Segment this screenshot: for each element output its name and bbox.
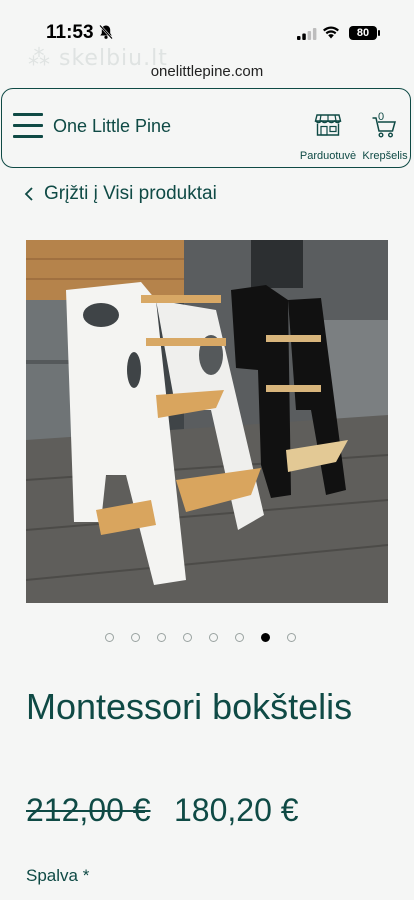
chevron-left-icon (24, 187, 33, 201)
hamburger-icon-line (13, 135, 43, 138)
battery-tip (378, 30, 380, 36)
cart-count-badge: 0 (378, 111, 385, 123)
cart-button[interactable]: 0 Krepšelis (360, 111, 410, 163)
hamburger-icon-line (13, 124, 43, 127)
address-bar-url[interactable]: onelittlepine.com (0, 63, 414, 80)
menu-button[interactable] (13, 113, 43, 139)
product-photo[interactable] (26, 240, 388, 603)
gallery-dot[interactable] (105, 633, 114, 642)
back-link-label: Grįžti į Visi produktai (44, 183, 217, 204)
battery-level: 80 (349, 26, 377, 40)
gallery-dot[interactable] (131, 633, 140, 642)
site-header: One Little Pine Parduotuvė 0 Krepšelis (1, 88, 411, 168)
status-time: 11:53 (46, 22, 94, 43)
learning-tower-photo (26, 240, 388, 603)
back-to-products-link[interactable]: Grįžti į Visi produktai (24, 182, 217, 206)
hamburger-icon-line (13, 113, 43, 116)
gallery-dot[interactable] (157, 633, 166, 642)
cart-label: Krepšelis (362, 150, 408, 162)
product-title: Montessori bokštelis (26, 686, 353, 727)
brand-logo-text[interactable]: One Little Pine (53, 116, 171, 137)
shop-label: Parduotuvė (299, 150, 357, 162)
wifi-icon (323, 26, 339, 39)
old-price: 212,00 € (26, 792, 151, 828)
gallery-dot[interactable] (261, 633, 270, 642)
shop-button[interactable]: Parduotuvė (296, 113, 360, 163)
storefront-icon (314, 114, 342, 136)
sale-price: 180,20 € (174, 792, 299, 828)
gallery-dot[interactable] (235, 633, 244, 642)
gallery-pagination (105, 632, 305, 646)
color-option-label: Spalva * (26, 866, 90, 885)
gallery-dot[interactable] (287, 633, 296, 642)
cellular-signal-icon (297, 28, 317, 40)
gallery-dot[interactable] (209, 633, 218, 642)
gallery-dot[interactable] (183, 633, 192, 642)
bell-muted-icon (99, 24, 113, 40)
